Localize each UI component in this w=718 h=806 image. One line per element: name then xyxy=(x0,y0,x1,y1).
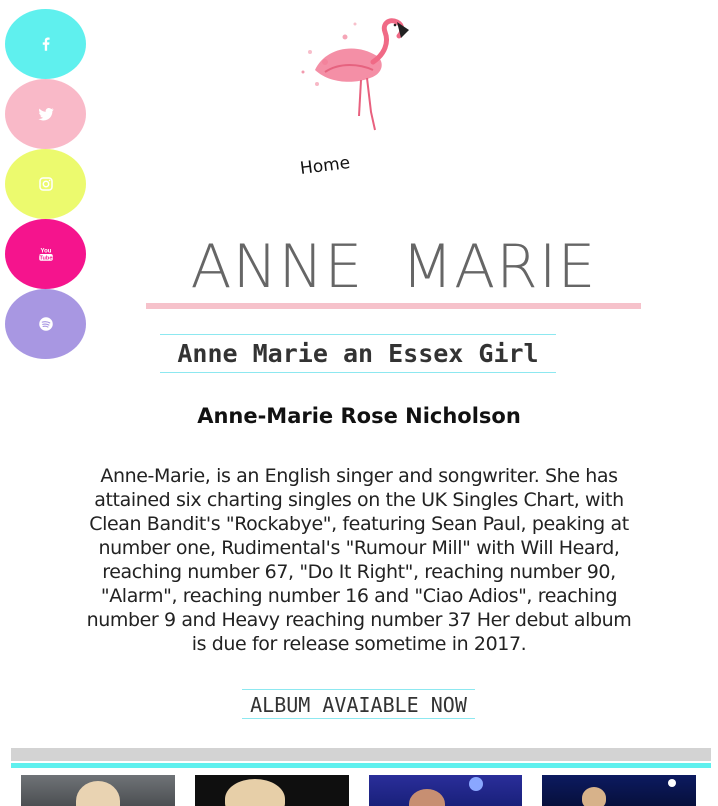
subtitle-heading: Anne Marie an Essex Girl xyxy=(160,334,556,373)
youtube-icon: You Tube xyxy=(38,249,53,262)
youtube-icon-text-tube: Tube xyxy=(39,256,52,262)
spotify-icon xyxy=(38,317,53,331)
gallery-divider-grey xyxy=(11,748,711,761)
page-title: ANNE MARIE xyxy=(190,232,597,302)
facebook-button[interactable] xyxy=(5,9,86,79)
instagram-icon xyxy=(38,177,53,191)
flamingo-logo xyxy=(301,18,409,131)
nav-home-link[interactable]: Home xyxy=(299,153,351,179)
gallery-photo-2[interactable] xyxy=(195,775,349,806)
title-underline xyxy=(146,303,641,309)
gallery-photo-1[interactable] xyxy=(21,775,175,806)
facebook-icon xyxy=(42,37,50,51)
bio-paragraph: Anne-Marie, is an English singer and son… xyxy=(86,465,632,655)
album-available-link[interactable]: ALBUM AVAIABLE NOW xyxy=(242,689,475,719)
gallery-photo-3[interactable] xyxy=(369,775,522,806)
full-name-heading: Anne-Marie Rose Nicholson xyxy=(197,404,521,428)
spotify-button[interactable] xyxy=(5,289,86,359)
gallery-photo-4[interactable] xyxy=(542,775,696,806)
gallery-divider-cyan xyxy=(11,763,711,768)
instagram-button[interactable] xyxy=(5,149,86,219)
twitter-icon xyxy=(38,107,53,121)
youtube-icon-text-you: You xyxy=(40,249,51,255)
youtube-button[interactable]: You Tube xyxy=(5,219,86,289)
twitter-button[interactable] xyxy=(5,79,86,149)
